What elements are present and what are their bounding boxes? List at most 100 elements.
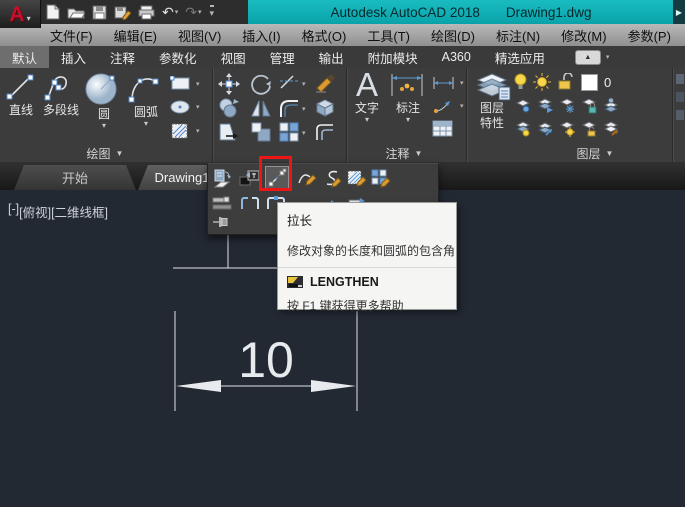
open-file-button[interactable]	[67, 2, 85, 22]
move-tool-button[interactable]	[218, 73, 240, 95]
menu-dimension[interactable]: 标注(N)	[496, 26, 540, 45]
ribbon-collapse-button[interactable]: ▲ ▾	[575, 50, 610, 65]
polyline-tool-button[interactable]: 多段线	[40, 72, 82, 117]
layer-unisolate-icon[interactable]	[537, 120, 554, 137]
layer-properties-button[interactable]: 图层 特性	[472, 71, 512, 131]
align-button[interactable]	[211, 195, 233, 212]
undo-dropdown-icon[interactable]: ▾	[175, 8, 179, 16]
dimension-dropdown-icon[interactable]: ▾	[388, 115, 428, 124]
explode-tool-button[interactable]	[313, 96, 337, 118]
array-dropdown-icon[interactable]: ▾	[302, 129, 306, 137]
line-tool-button[interactable]: 直线	[3, 72, 39, 117]
arc-tool-button[interactable]: 圆弧 ▾	[126, 72, 166, 128]
undo-button[interactable]: ↶ ▾	[162, 2, 178, 22]
layer-unlock-icon[interactable]	[581, 120, 598, 137]
ribbon-tab-view[interactable]: 视图	[209, 46, 258, 68]
match-properties-button[interactable]	[313, 72, 337, 94]
menu-format[interactable]: 格式(O)	[302, 26, 347, 45]
file-tab-start[interactable]: 开始	[14, 165, 136, 190]
redo-button[interactable]: ↷ ▾	[185, 2, 201, 22]
layer-match-icon[interactable]	[603, 120, 620, 137]
layer-panel-label[interactable]: 图层 ▼	[560, 146, 630, 160]
text-dropdown-icon[interactable]: ▾	[350, 115, 384, 124]
hatch-tool-button[interactable]: ▾	[170, 122, 200, 140]
stretch-tool-button[interactable]	[218, 121, 242, 143]
save-as-button[interactable]	[114, 2, 131, 22]
ribbon-tab-featured-apps[interactable]: 精选应用	[483, 46, 557, 68]
fillet-dropdown-icon[interactable]: ▾	[302, 105, 306, 113]
dimension-tool-button[interactable]: 标注 ▾	[388, 70, 428, 124]
fillet-tool-button[interactable]	[278, 97, 300, 119]
edit-hatch-button[interactable]	[345, 166, 369, 190]
copy-tool-button[interactable]	[218, 97, 240, 119]
offset-tool-button[interactable]	[313, 121, 337, 143]
match-properties-icon	[313, 72, 337, 94]
rectangle-icon	[170, 76, 192, 91]
ribbon-tab-output[interactable]: 输出	[307, 46, 356, 68]
menu-tools[interactable]: 工具(T)	[367, 26, 410, 45]
layer-thaw-icon[interactable]	[559, 120, 576, 137]
draw-panel-label[interactable]: 绘图 ▼	[70, 146, 140, 160]
circle-dropdown-icon[interactable]: ▾	[84, 121, 124, 130]
linear-dim-dropdown-icon[interactable]: ▾	[460, 79, 464, 87]
rectangle-dropdown-icon[interactable]: ▾	[196, 80, 200, 88]
ribbon-tab-home[interactable]: 默认	[0, 46, 49, 68]
titlebar-scroll-arrow[interactable]: ▶	[673, 0, 685, 24]
menu-insert[interactable]: 插入(I)	[242, 26, 280, 45]
menu-file[interactable]: 文件(F)	[50, 26, 93, 45]
leader-button[interactable]: ▾	[432, 98, 464, 114]
annotate-panel-label[interactable]: 注释 ▼	[372, 146, 436, 160]
panel-expander-icon: ▼	[116, 149, 124, 158]
ribbon-tab-annotate[interactable]: 注释	[98, 46, 147, 68]
menu-view[interactable]: 视图(V)	[178, 26, 221, 45]
menu-edit[interactable]: 编辑(E)	[114, 26, 157, 45]
ellipse-tool-button[interactable]: ▾	[170, 99, 200, 115]
panel-pin-button[interactable]	[211, 214, 231, 230]
edit-spline-button[interactable]	[320, 166, 344, 190]
trim-dropdown-icon[interactable]: ▾	[302, 80, 306, 88]
layer-isolate-icon[interactable]	[537, 97, 554, 114]
color-swatch	[581, 74, 598, 91]
redo-dropdown-icon[interactable]: ▾	[198, 8, 202, 16]
circle-tool-button[interactable]: 圆 ▾	[84, 72, 124, 130]
arc-dropdown-icon[interactable]: ▾	[126, 119, 166, 128]
ribbon-tab-parametric[interactable]: 参数化	[147, 46, 209, 68]
edit-polyline-icon	[296, 168, 318, 188]
table-button[interactable]	[432, 120, 454, 138]
align-icon	[212, 196, 232, 211]
break-button[interactable]	[239, 195, 261, 212]
trim-tool-button[interactable]	[278, 73, 300, 91]
layer-state-row[interactable]: 0	[514, 72, 636, 92]
text-tool-button[interactable]: A 文字 ▾	[350, 70, 384, 124]
linear-dimension-button[interactable]: ▾	[432, 75, 464, 91]
layer-freeze-icon[interactable]	[559, 97, 576, 114]
menu-modify[interactable]: 修改(M)	[561, 26, 607, 45]
rectangle-tool-button[interactable]: ▾	[170, 76, 200, 91]
mirror-tool-button[interactable]	[250, 97, 272, 119]
ribbon-tab-addins[interactable]: 附加模块	[356, 46, 430, 68]
plot-button[interactable]	[138, 2, 155, 22]
layer-off-icon[interactable]	[515, 97, 532, 114]
set-bylayer-button[interactable]	[211, 166, 235, 190]
application-menu-button[interactable]: A ▾	[0, 0, 41, 28]
ribbon-tab-a360[interactable]: A360	[430, 46, 483, 68]
layer-lock-icon[interactable]	[581, 97, 598, 114]
edit-polyline-button[interactable]	[295, 166, 319, 190]
new-file-button[interactable]	[46, 2, 60, 22]
layer-on-icon[interactable]	[515, 120, 532, 137]
edit-array-button[interactable]	[369, 166, 393, 190]
red-highlight-box	[259, 156, 292, 191]
save-button[interactable]	[92, 2, 107, 22]
leader-dropdown-icon[interactable]: ▾	[460, 102, 464, 110]
scale-tool-button[interactable]	[250, 121, 272, 143]
qat-customize-button[interactable]: ▾	[209, 2, 215, 22]
ribbon-tab-manage[interactable]: 管理	[258, 46, 307, 68]
array-tool-button[interactable]	[278, 121, 300, 143]
ribbon-tab-insert[interactable]: 插入	[49, 46, 98, 68]
hatch-dropdown-icon[interactable]: ▾	[196, 127, 200, 135]
rotate-tool-button[interactable]	[250, 73, 272, 95]
menu-parametric[interactable]: 参数(P)	[628, 26, 671, 45]
menu-draw[interactable]: 绘图(D)	[431, 26, 475, 45]
ellipse-dropdown-icon[interactable]: ▾	[196, 103, 200, 111]
make-current-icon[interactable]	[603, 97, 620, 114]
